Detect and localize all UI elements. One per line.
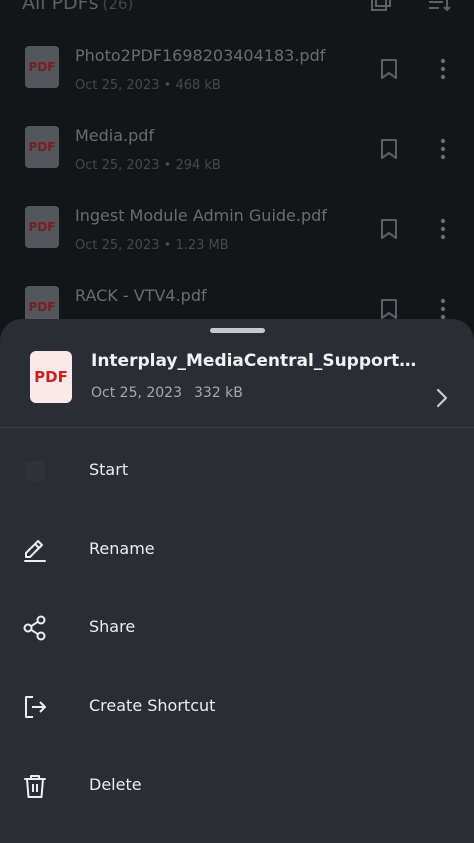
more-options-icon[interactable] [433, 218, 453, 240]
list-header: All PDFs (26) [0, 0, 474, 20]
create-shortcut-button[interactable]: Create Shortcut [0, 672, 474, 742]
selected-file-size: 332 kB [194, 385, 243, 401]
delete-label: Delete [89, 775, 142, 794]
file-size: 1.23 MB [175, 238, 229, 253]
pdf-thumbnail: PDF [30, 351, 72, 403]
file-meta: Oct 25, 2023 • 1.23 MB [75, 238, 229, 253]
file-size: 468 kB [175, 78, 221, 93]
trash-icon [24, 775, 46, 798]
file-row[interactable]: PDF Photo2PDF1698203404183.pdf Oct 25, 2… [0, 42, 474, 122]
selected-file-name: Interplay_MediaCentral_Support… [91, 351, 417, 371]
bookmark-icon[interactable] [379, 298, 399, 320]
rename-button[interactable]: Rename [0, 515, 474, 585]
list-title-text: All PDFs [22, 0, 99, 14]
file-name: Ingest Module Admin Guide.pdf [75, 206, 327, 225]
drag-handle[interactable] [210, 328, 265, 333]
select-files-icon[interactable] [370, 0, 396, 14]
meta-separator: • [163, 78, 172, 93]
bookmark-icon[interactable] [379, 138, 399, 160]
file-date: Oct 25, 2023 [75, 238, 160, 253]
meta-separator: • [163, 238, 172, 253]
app-screen: All PDFs (26) PDF Photo2PDF1698203404183.… [0, 0, 474, 843]
sort-icon[interactable] [427, 0, 453, 14]
chevron-right-icon[interactable] [432, 387, 452, 409]
start-button[interactable]: Start [0, 436, 474, 506]
more-options-icon[interactable] [433, 58, 453, 80]
more-options-icon[interactable] [433, 138, 453, 160]
file-name: Media.pdf [75, 126, 155, 145]
share-label: Share [89, 617, 136, 636]
bookmark-icon[interactable] [379, 218, 399, 240]
share-button[interactable]: Share [0, 593, 474, 663]
file-name: RACK - VTV4.pdf [75, 286, 207, 305]
selected-file-date: Oct 25, 2023 [91, 385, 182, 401]
meta-separator: • [163, 158, 172, 173]
file-date: Oct 25, 2023 [75, 158, 160, 173]
file-meta: Oct 25, 2023 • 294 kB [75, 158, 221, 173]
create-shortcut-label: Create Shortcut [89, 696, 216, 715]
selected-file-header[interactable]: PDF Interplay_MediaCentral_Support… Oct … [0, 343, 474, 427]
pdf-thumbnail: PDF [25, 46, 59, 88]
file-row[interactable]: PDF Ingest Module Admin Guide.pdf Oct 25… [0, 202, 474, 282]
file-meta: Oct 25, 2023 • 468 kB [75, 78, 221, 93]
file-row[interactable]: PDF Media.pdf Oct 25, 2023 • 294 kB [0, 122, 474, 202]
pencil-icon [24, 540, 46, 562]
list-count: (26) [102, 0, 134, 13]
start-label: Start [89, 460, 129, 479]
list-title: All PDFs (26) [22, 0, 133, 14]
star-icon [25, 461, 45, 481]
delete-button[interactable]: Delete [0, 751, 474, 821]
pdf-thumbnail: PDF [25, 126, 59, 168]
file-name: Photo2PDF1698203404183.pdf [75, 46, 326, 65]
more-options-icon[interactable] [433, 298, 453, 320]
rename-label: Rename [89, 539, 155, 558]
file-options-sheet: PDF Interplay_MediaCentral_Support… Oct … [0, 319, 474, 843]
selected-file-meta: Oct 25, 2023 332 kB [91, 385, 243, 401]
bookmark-icon[interactable] [379, 58, 399, 80]
sheet-divider [0, 427, 474, 428]
pdf-thumbnail: PDF [25, 206, 59, 248]
share-icon [23, 615, 46, 641]
shortcut-icon [25, 696, 46, 718]
file-size: 294 kB [175, 158, 221, 173]
file-date: Oct 25, 2023 [75, 78, 160, 93]
